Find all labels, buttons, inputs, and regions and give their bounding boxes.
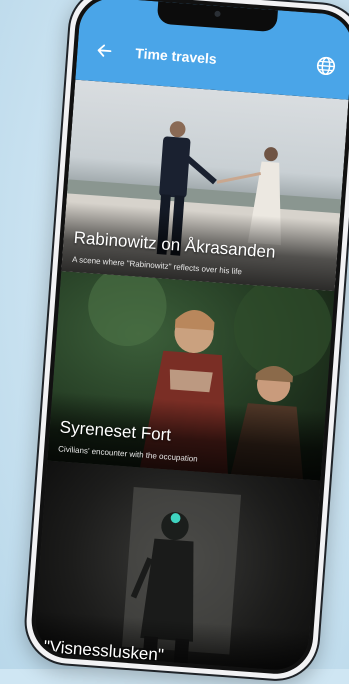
arrow-left-icon[interactable] <box>95 41 114 60</box>
card-rabinowitz[interactable]: Rabinowitz on Åkrasanden A scene where "… <box>61 79 349 292</box>
page-title: Time travels <box>134 44 218 67</box>
phone-bezel: Time travels Rabinowitz on Åkrasanden A … <box>28 0 349 677</box>
card-syreneset[interactable]: Syreneset Fort Civilians' encounter with… <box>47 271 335 481</box>
card-visnesslusken[interactable]: "Visnesslusken" Experience a story about… <box>33 460 321 673</box>
phone-mockup: Time travels Rabinowitz on Åkrasanden A … <box>21 0 349 684</box>
globe-icon[interactable] <box>314 54 338 78</box>
time-travels-list: Rabinowitz on Åkrasanden A scene where "… <box>33 79 349 673</box>
app-screen: Time travels Rabinowitz on Åkrasanden A … <box>33 0 349 673</box>
